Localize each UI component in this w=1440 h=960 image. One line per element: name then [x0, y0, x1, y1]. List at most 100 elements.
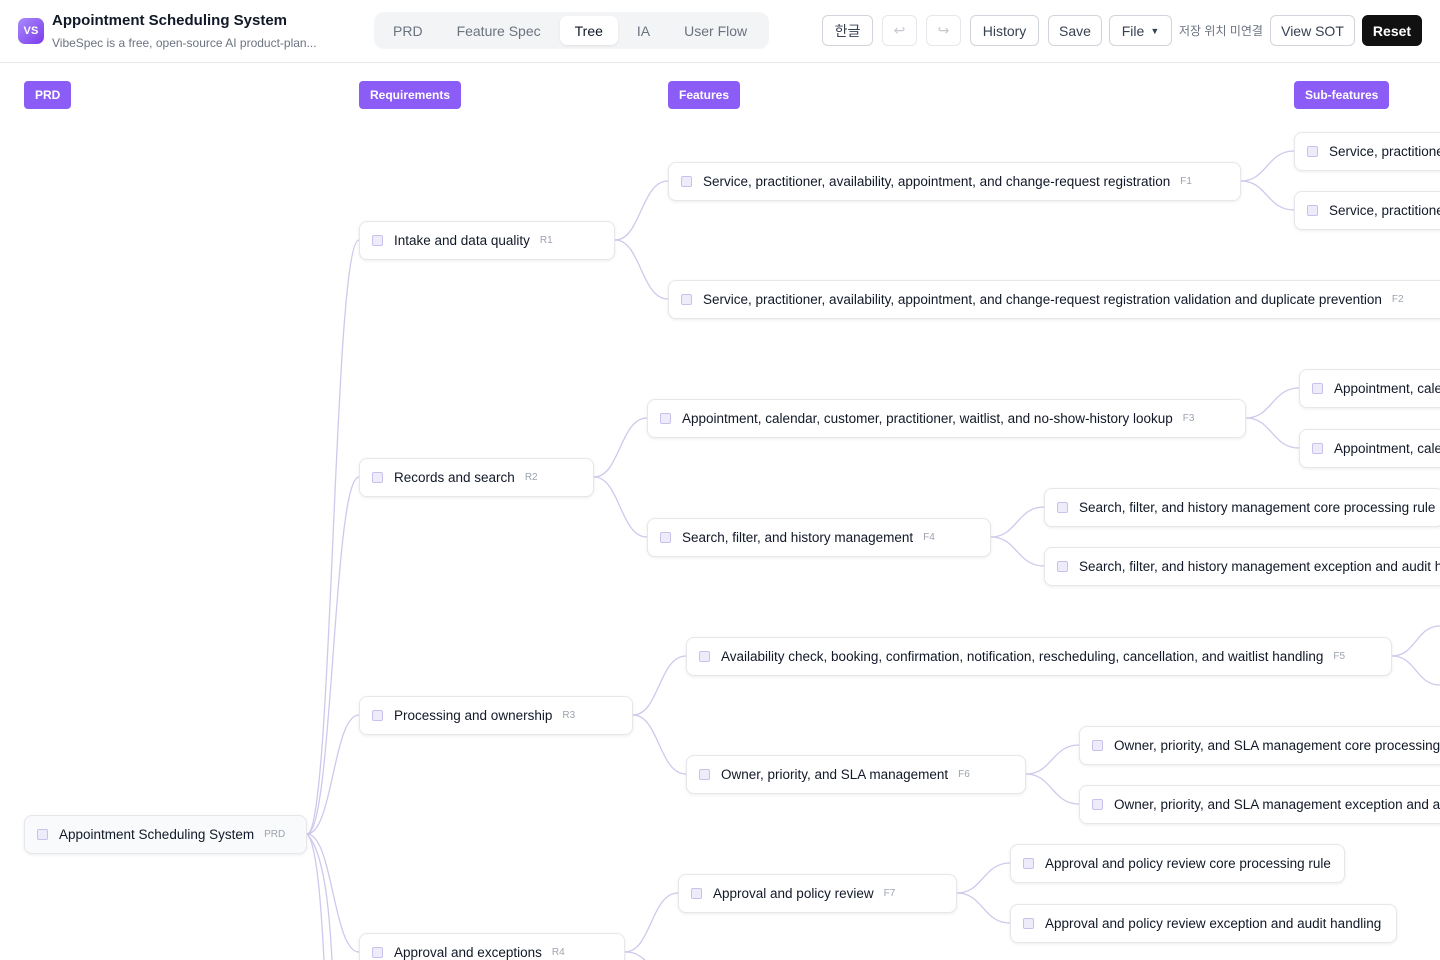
column-label-features: Features: [668, 81, 741, 109]
view-sot-button[interactable]: View SOT: [1270, 15, 1355, 46]
tree-node-subfeature[interactable]: Owner, priority, and SLA management core…: [1079, 726, 1440, 765]
tree-node-feature[interactable]: Owner, priority, and SLA management F6: [686, 755, 1026, 794]
tree-node-subfeature[interactable]: Appointment, caler: [1299, 429, 1440, 468]
node-label: Approval and policy review core processi…: [1045, 856, 1331, 871]
connector-f3-s3: [1245, 387, 1300, 419]
tree-node-subfeature[interactable]: Appointment, caler: [1299, 369, 1440, 408]
column-label-prd: PRD: [24, 81, 72, 109]
node-checkbox[interactable]: [1092, 740, 1103, 751]
node-checkbox[interactable]: [699, 651, 710, 662]
node-label: Appointment, caler: [1334, 381, 1440, 396]
tree-canvas[interactable]: PRD Requirements Features Sub-features A…: [0, 64, 1440, 960]
reset-button[interactable]: Reset: [1362, 15, 1422, 46]
tree-node-feature[interactable]: Service, practitioner, availability, app…: [668, 280, 1440, 319]
node-checkbox[interactable]: [1312, 383, 1323, 394]
chevron-down-icon: ▼: [1150, 25, 1160, 36]
node-checkbox[interactable]: [1312, 443, 1323, 454]
node-checkbox[interactable]: [372, 710, 383, 721]
node-label: Owner, priority, and SLA management: [721, 767, 949, 782]
connector-f4-s5: [990, 506, 1045, 538]
node-checkbox[interactable]: [372, 235, 383, 246]
node-label: Service, practitioner, availability, app…: [703, 292, 1382, 307]
connector-r4-offscreen: [624, 951, 646, 960]
connector-r1-f2: [614, 239, 669, 300]
tree-node-root[interactable]: Appointment Scheduling System PRD: [24, 815, 307, 854]
node-checkbox[interactable]: [372, 947, 383, 958]
node-code: R1: [539, 235, 553, 246]
node-checkbox[interactable]: [1092, 799, 1103, 810]
tree-node-requirement[interactable]: Processing and ownership R3: [359, 696, 633, 735]
node-checkbox[interactable]: [1023, 918, 1034, 929]
connector-r2-f3: [593, 417, 648, 478]
connector-f3-s4: [1245, 417, 1300, 449]
save-button[interactable]: Save: [1048, 15, 1102, 46]
node-label: Search, filter, and history management e…: [1079, 559, 1440, 574]
app-title: Appointment Scheduling System: [52, 12, 288, 29]
tab-tree[interactable]: Tree: [559, 16, 618, 45]
node-code: F6: [958, 769, 970, 780]
tab-feature-spec[interactable]: Feature Spec: [442, 16, 556, 45]
node-label: Owner, priority, and SLA management core…: [1114, 738, 1440, 753]
node-label: Search, filter, and history management: [682, 530, 914, 545]
tree-node-subfeature[interactable]: Approval and policy review exception and…: [1010, 904, 1397, 943]
node-checkbox[interactable]: [37, 829, 48, 840]
node-checkbox[interactable]: [1307, 146, 1318, 157]
undo-button[interactable]: ↩: [882, 15, 917, 46]
app-logo: VS: [18, 18, 44, 44]
view-tabs: PRD Feature Spec Tree IA User Flow: [374, 12, 769, 49]
redo-button[interactable]: ↪: [926, 15, 961, 46]
tab-user-flow[interactable]: User Flow: [669, 16, 762, 45]
tree-node-requirement[interactable]: Approval and exceptions R4: [359, 933, 625, 960]
connector-root-r3: [306, 714, 360, 835]
connector-f7-s9: [956, 862, 1011, 894]
node-checkbox[interactable]: [699, 769, 710, 780]
tree-node-feature[interactable]: Appointment, calendar, customer, practit…: [647, 399, 1246, 438]
node-checkbox[interactable]: [691, 888, 702, 899]
tree-node-feature[interactable]: Availability check, booking, confirmatio…: [686, 637, 1392, 676]
tree-node-feature[interactable]: Search, filter, and history management F…: [647, 518, 991, 557]
tree-node-feature[interactable]: Service, practitioner, availability, app…: [668, 162, 1241, 201]
node-checkbox[interactable]: [1023, 858, 1034, 869]
tab-ia[interactable]: IA: [622, 16, 665, 45]
node-code: F2: [1391, 294, 1404, 305]
tree-node-requirement[interactable]: Intake and data quality R1: [359, 221, 615, 260]
node-checkbox[interactable]: [681, 294, 692, 305]
tree-node-feature[interactable]: Approval and policy review F7: [678, 874, 957, 913]
tab-prd[interactable]: PRD: [378, 16, 438, 45]
node-checkbox[interactable]: [1307, 205, 1318, 216]
node-label: Approval and exceptions: [394, 945, 542, 960]
node-label: Appointment, caler: [1334, 441, 1440, 456]
node-checkbox[interactable]: [1057, 561, 1068, 572]
file-menu-label: File: [1121, 22, 1145, 39]
file-menu-button[interactable]: File ▼: [1109, 15, 1172, 46]
node-label: Service, practitioner, availability, app…: [703, 174, 1171, 189]
node-label: Availability check, booking, confirmatio…: [721, 649, 1324, 664]
tree-node-requirement[interactable]: Records and search R2: [359, 458, 594, 497]
connector-r1-f1: [614, 180, 669, 241]
save-location-status: 저장 위치 미연결: [1179, 24, 1263, 38]
tree-node-subfeature[interactable]: Search, filter, and history management c…: [1044, 488, 1440, 527]
tree-node-subfeature[interactable]: Search, filter, and history management e…: [1044, 547, 1440, 586]
node-checkbox[interactable]: [372, 472, 383, 483]
app-subtitle: VibeSpec is a free, open-source AI produ…: [52, 36, 317, 50]
connector-root-offscreen-1: [306, 833, 325, 960]
history-button[interactable]: History: [970, 15, 1039, 46]
connector-f6-s8: [1025, 773, 1080, 805]
language-button[interactable]: 한글: [822, 15, 873, 46]
column-label-sub-features: Sub-features: [1294, 81, 1390, 109]
tree-node-subfeature[interactable]: Owner, priority, and SLA management exce…: [1079, 785, 1440, 824]
connector-f1-s1: [1240, 150, 1295, 182]
tree-node-subfeature[interactable]: Approval and policy review core processi…: [1010, 844, 1345, 883]
node-checkbox[interactable]: [681, 176, 692, 187]
node-label: Approval and policy review: [713, 886, 874, 901]
tree-node-subfeature[interactable]: Service, practitioner: [1294, 132, 1440, 171]
node-label: Appointment, calendar, customer, practit…: [682, 411, 1173, 426]
node-code: PRD: [264, 829, 286, 840]
node-checkbox[interactable]: [1057, 502, 1068, 513]
node-checkbox[interactable]: [660, 532, 671, 543]
tree-node-subfeature[interactable]: Service, practitioner: [1294, 191, 1440, 230]
node-code: F7: [883, 888, 896, 899]
node-code: F3: [1182, 413, 1195, 424]
node-checkbox[interactable]: [660, 413, 671, 424]
node-label: Appointment Scheduling System: [59, 827, 255, 842]
